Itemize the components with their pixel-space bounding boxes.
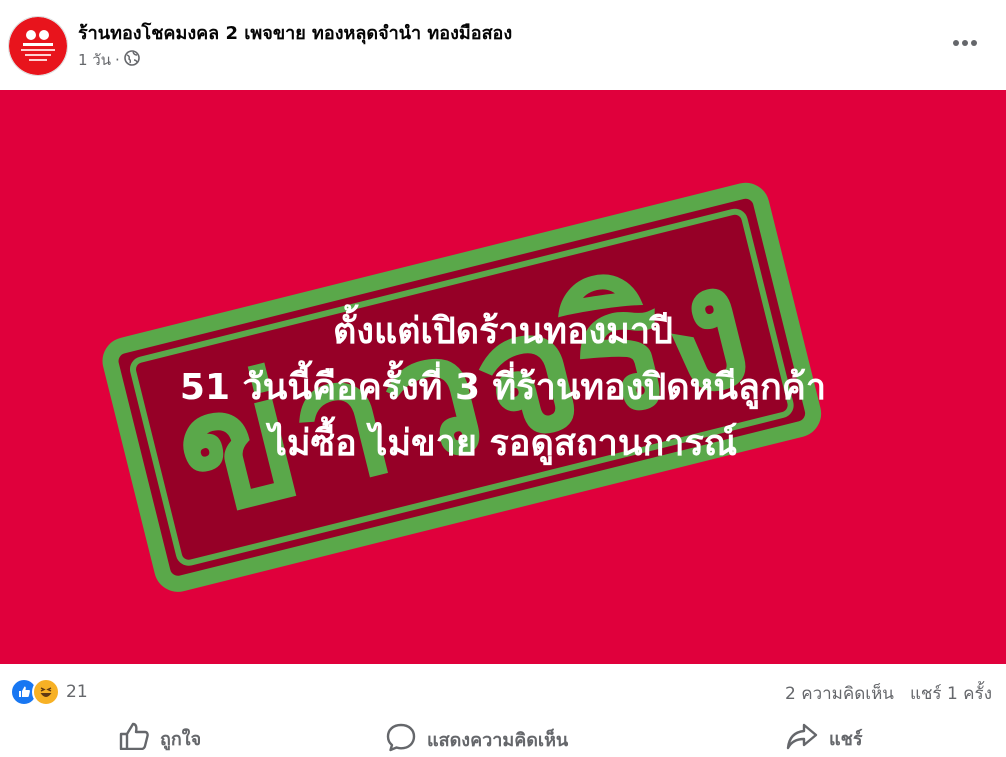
share-count[interactable]: แชร์ 1 ครั้ง	[910, 680, 992, 707]
headline-line-1: ตั้งแต่เปิดร้านทองมาปี	[333, 311, 673, 352]
post-actions: ถูกใจ แสดงความคิดเห็น แชร์	[0, 714, 1006, 756]
post-stats: 21 2 ความคิดเห็น แชร์ 1 ครั้ง	[0, 664, 1006, 714]
reaction-count: 21	[66, 682, 88, 702]
share-button[interactable]: แชร์	[785, 722, 863, 755]
comment-count[interactable]: 2 ความคิดเห็น	[785, 680, 894, 707]
comment-bubble-icon	[385, 722, 417, 757]
engagement-counts: 2 ความคิดเห็น แชร์ 1 ครั้ง	[785, 680, 992, 707]
reactions-summary[interactable]: 21	[10, 678, 88, 706]
thumbs-up-icon	[118, 722, 150, 755]
haha-icon	[32, 678, 60, 706]
headline-line-2: 51 วันนี้คือครั้งที่ 3 ที่ร้านทองปิดหนีล…	[179, 367, 827, 408]
post-header: ร้านทองโชคมงคล 2 เพจขาย ทองหลุดจำนำ ทองม…	[0, 0, 1006, 90]
comment-button[interactable]: แสดงความคิดเห็น	[385, 722, 568, 757]
comment-label: แสดงความคิดเห็น	[427, 730, 569, 751]
like-button[interactable]: ถูกใจ	[118, 722, 201, 755]
page-avatar[interactable]	[8, 16, 68, 76]
more-options-button[interactable]	[950, 26, 980, 56]
meta-separator: ·	[115, 51, 120, 69]
globe-icon	[123, 50, 140, 70]
post-meta: 1 วัน ·	[78, 48, 140, 72]
share-label: แชร์	[829, 729, 863, 750]
page-name[interactable]: ร้านทองโชคมงคล 2 เพจขาย ทองหลุดจำนำ ทองม…	[78, 18, 512, 47]
post-image[interactable]: ข่าวจริง ตั้งแต่เปิดร้านทองมาปี 51 วันนี…	[0, 90, 1006, 664]
like-label: ถูกใจ	[160, 729, 202, 750]
headline-line-3: ไม่ซื้อ ไม่ขาย รอดูสถานการณ์	[268, 423, 738, 464]
more-horizontal-icon	[952, 32, 978, 51]
post-time[interactable]: 1 วัน	[78, 48, 111, 72]
share-arrow-icon	[785, 722, 819, 755]
